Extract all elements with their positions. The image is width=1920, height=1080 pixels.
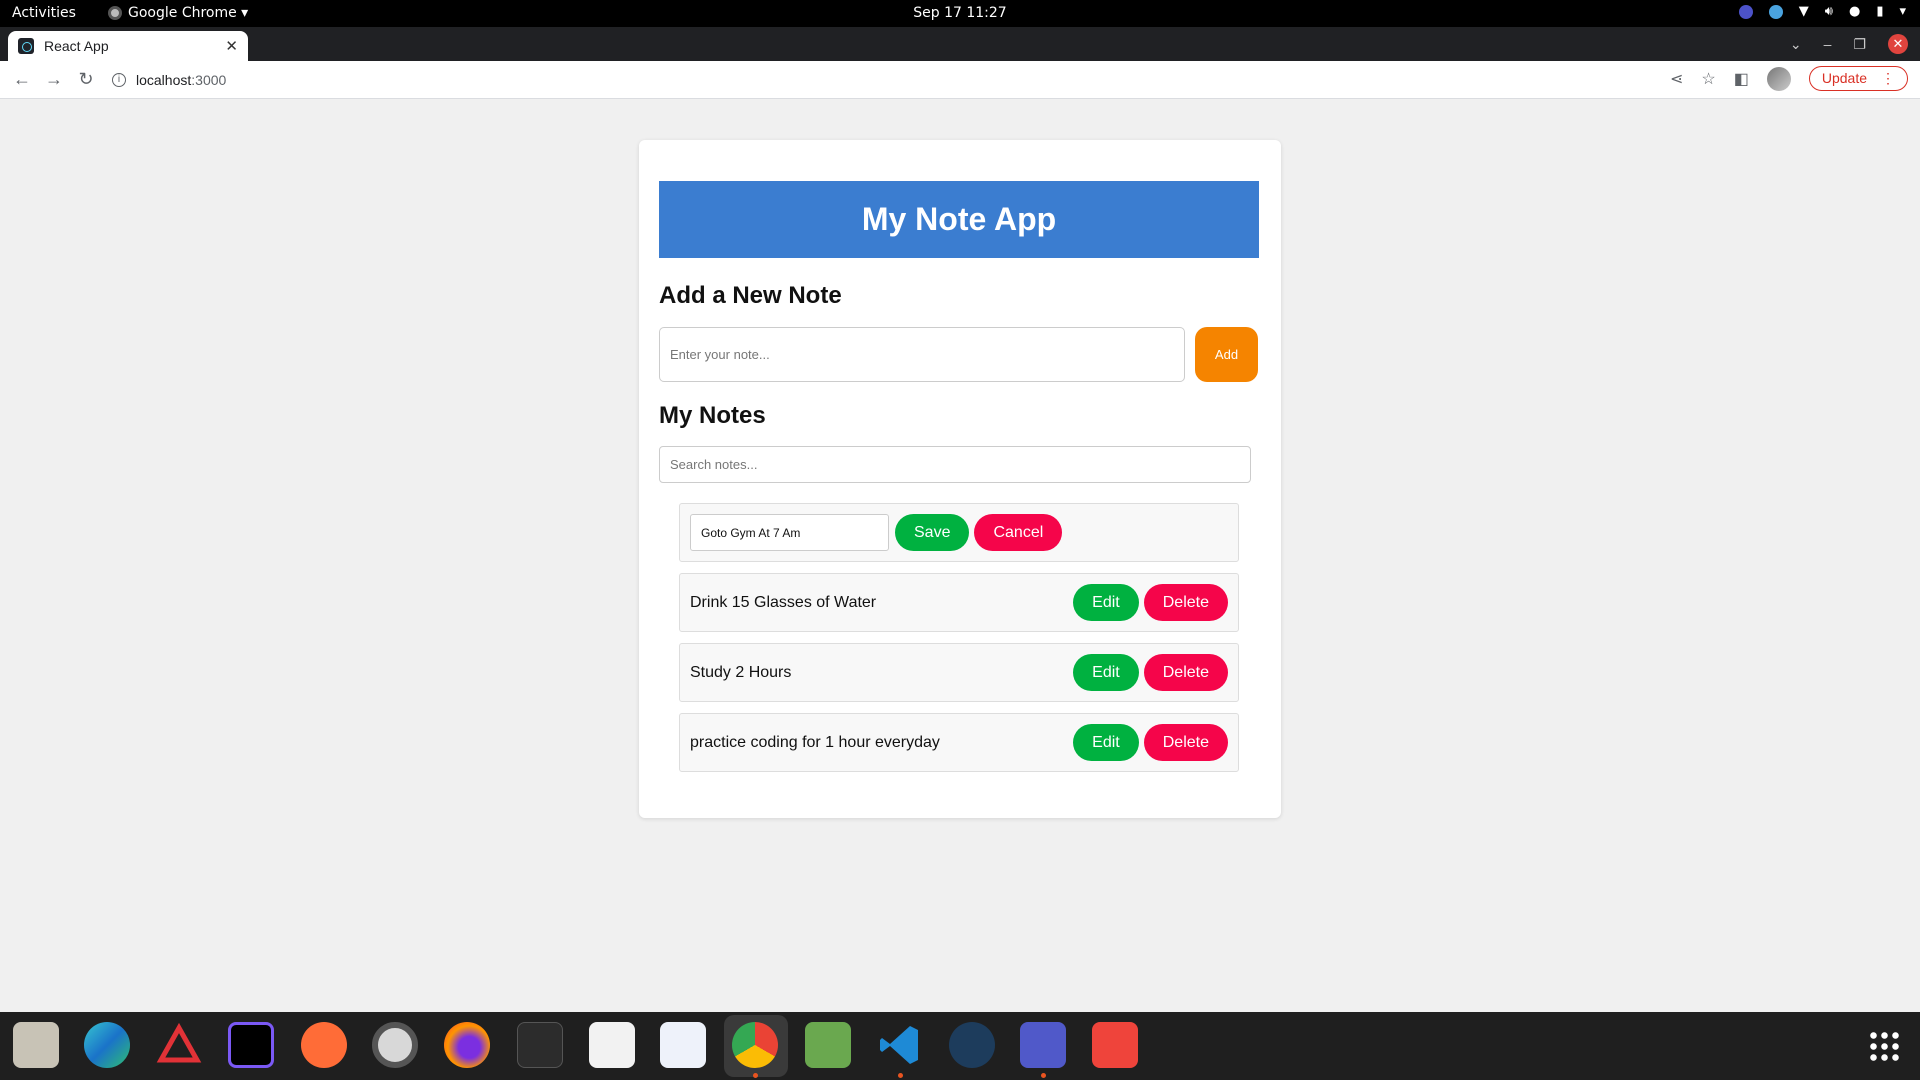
- tab-search-chevron-icon[interactable]: ⌄: [1790, 36, 1802, 53]
- new-note-input[interactable]: [659, 327, 1185, 382]
- minimize-icon[interactable]: –: [1824, 36, 1832, 52]
- edit-button[interactable]: Edit: [1073, 724, 1139, 761]
- delete-button[interactable]: Delete: [1143, 654, 1228, 691]
- dock: [0, 1012, 1920, 1080]
- system-menu-chevron-icon[interactable]: ▾: [1899, 4, 1906, 19]
- battery-icon: ▮: [1876, 4, 1884, 19]
- tab-react-app[interactable]: React App ✕: [8, 31, 248, 61]
- tab-title: React App: [44, 38, 109, 54]
- page-viewport: My Note App Add a New Note Add My Notes …: [0, 100, 1920, 1012]
- search-notes-input[interactable]: [659, 446, 1251, 483]
- restore-icon[interactable]: ❐: [1853, 36, 1866, 53]
- bookmark-star-icon[interactable]: ☆: [1701, 69, 1715, 89]
- microphone-icon: ●: [1848, 4, 1861, 19]
- show-applications-icon[interactable]: [1868, 1030, 1900, 1062]
- side-panel-icon[interactable]: ◧: [1734, 69, 1749, 89]
- delete-button[interactable]: Delete: [1143, 584, 1228, 621]
- angular-icon[interactable]: [156, 1022, 202, 1068]
- firefox-icon[interactable]: [444, 1022, 490, 1068]
- react-favicon-icon: [18, 38, 34, 54]
- profile-avatar[interactable]: [1766, 66, 1791, 91]
- note-text: Study 2 Hours: [690, 663, 792, 681]
- forward-arrow-icon[interactable]: →: [38, 69, 70, 90]
- settings-icon[interactable]: [372, 1022, 418, 1068]
- system-top-bar: Activities Google Chrome ▾ Sep 17 11:27 …: [0, 0, 1920, 27]
- postman-icon[interactable]: [301, 1022, 347, 1068]
- update-button[interactable]: Update ⋮: [1808, 66, 1908, 91]
- app-banner-title: My Note App: [659, 181, 1259, 258]
- address-bar[interactable]: i localhost:3000: [112, 67, 226, 93]
- update-label: Update: [1821, 70, 1867, 86]
- toolbar-right: ⋖ ☆ ◧ Update ⋮: [1670, 66, 1908, 91]
- edit-button[interactable]: Edit: [1073, 654, 1139, 691]
- back-arrow-icon[interactable]: ←: [6, 69, 38, 90]
- chrome-icon[interactable]: [732, 1022, 778, 1068]
- note-text: Drink 15 Glasses of Water: [690, 593, 877, 611]
- app-menu-label: Google Chrome ▾: [128, 5, 249, 21]
- window-close-icon[interactable]: ✕: [1888, 34, 1908, 54]
- share-icon[interactable]: ⋖: [1670, 69, 1683, 89]
- teams-tray-icon[interactable]: [1738, 4, 1753, 19]
- save-button[interactable]: Save: [895, 514, 970, 551]
- password-manager-icon[interactable]: [949, 1022, 995, 1068]
- add-note-row: Add: [659, 327, 1261, 382]
- document-viewer-icon[interactable]: [589, 1022, 635, 1068]
- note-text: practice coding for 1 hour everyday: [690, 733, 940, 751]
- tab-close-icon[interactable]: ✕: [225, 37, 238, 55]
- site-info-icon[interactable]: i: [112, 73, 126, 87]
- text-editor-icon[interactable]: [660, 1022, 706, 1068]
- edit-button[interactable]: Edit: [1073, 584, 1139, 621]
- system-tray[interactable]: ▼ 🔊︎ ● ▮ ▾: [1738, 4, 1906, 19]
- files-icon[interactable]: [13, 1022, 59, 1068]
- app-menu[interactable]: Google Chrome ▾: [108, 5, 248, 21]
- chrome-small-icon: [108, 6, 122, 20]
- vpn-tray-icon[interactable]: [1768, 4, 1783, 19]
- list-item: Drink 15 Glasses of Water Edit Delete: [679, 573, 1239, 632]
- intellij-icon[interactable]: [228, 1022, 274, 1068]
- vscode-icon[interactable]: [876, 1022, 922, 1068]
- edit-note-input[interactable]: [690, 514, 889, 551]
- list-item: Study 2 Hours Edit Delete: [679, 643, 1239, 702]
- browser-toolbar: ← → ↻ i localhost:3000 ⋖ ☆ ◧ Update ⋮: [0, 61, 1920, 99]
- my-notes-heading: My Notes: [659, 402, 766, 429]
- activities-button[interactable]: Activities: [12, 5, 76, 21]
- edge-beta-icon[interactable]: [84, 1022, 130, 1068]
- add-note-button[interactable]: Add: [1195, 327, 1258, 382]
- note-app-card: My Note App Add a New Note Add My Notes …: [639, 140, 1281, 818]
- reload-icon[interactable]: ↻: [70, 69, 102, 90]
- notes-list: Save Cancel Drink 15 Glasses of Water Ed…: [679, 503, 1239, 772]
- delete-button[interactable]: Delete: [1143, 724, 1228, 761]
- anydesk-icon[interactable]: [1092, 1022, 1138, 1068]
- wifi-icon: ▼: [1798, 4, 1809, 19]
- list-item: practice coding for 1 hour everyday Edit…: [679, 713, 1239, 772]
- window-controls: ⌄ – ❐ ✕: [1790, 34, 1908, 54]
- teams-icon[interactable]: [1020, 1022, 1066, 1068]
- chrome-running-indicator: [753, 1073, 758, 1078]
- url-text[interactable]: localhost:3000: [136, 72, 226, 88]
- spreadsheet-icon[interactable]: [805, 1022, 851, 1068]
- volume-icon: 🔊︎: [1824, 4, 1833, 19]
- clock[interactable]: Sep 17 11:27: [0, 5, 1920, 21]
- chrome-menu-icon: ⋮: [1881, 70, 1895, 86]
- terminal-icon[interactable]: [517, 1022, 563, 1068]
- teams-running-indicator: [1041, 1073, 1046, 1078]
- cancel-button[interactable]: Cancel: [974, 514, 1063, 551]
- list-item-editing: Save Cancel: [679, 503, 1239, 562]
- tab-strip: React App ✕ +: [0, 27, 1920, 81]
- vscode-running-indicator: [898, 1073, 903, 1078]
- add-note-heading: Add a New Note: [659, 282, 842, 309]
